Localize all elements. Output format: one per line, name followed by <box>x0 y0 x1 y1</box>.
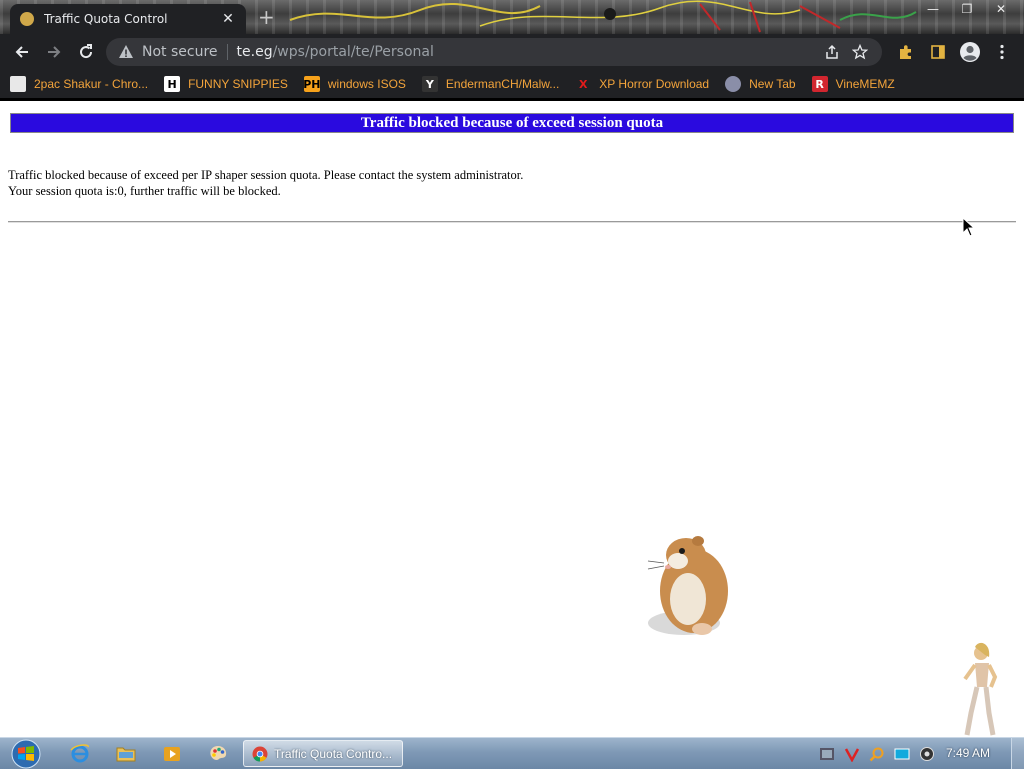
start-button[interactable] <box>8 738 44 769</box>
puzzle-piece-icon <box>900 45 911 59</box>
bookmark-label: FUNNY SNIPPIES <box>188 77 288 91</box>
folder-icon <box>116 747 136 762</box>
star-icon <box>852 44 868 60</box>
taskbar-pin-internet-explorer[interactable] <box>62 741 98 767</box>
back-arrow-icon <box>15 46 28 58</box>
kebab-menu-icon <box>1000 44 1004 60</box>
address-separator <box>226 44 228 60</box>
security-status-label[interactable]: Not secure <box>142 44 218 60</box>
dancing-figure-image[interactable] <box>955 641 1003 737</box>
bookmark-label: 2pac Shakur - Chro... <box>34 77 149 91</box>
message-block: Traffic blocked because of exceed per IP… <box>8 167 523 199</box>
extensions-button[interactable] <box>890 36 922 68</box>
side-panel-icon <box>931 45 945 59</box>
mouse-pointer-icon <box>962 217 976 237</box>
account-avatar-icon <box>960 42 980 62</box>
taskbar-pin-media-player[interactable] <box>154 741 190 767</box>
windows-taskbar: Traffic Quota Contro... 7:49 AM <box>0 737 1024 769</box>
forward-arrow-icon <box>48 46 61 58</box>
bookmark-item[interactable]: New Tab <box>725 76 796 92</box>
message-line-blocked: Traffic blocked because of exceed per IP… <box>8 168 524 182</box>
browser-tab-strip: Traffic Quota Control ✕ + — ❐ ✕ <box>0 0 1024 34</box>
speaker-icon <box>920 747 934 761</box>
profile-button[interactable] <box>954 36 986 68</box>
tab-title: Traffic Quota Control <box>44 12 168 26</box>
bookmark-label: VineMEMZ <box>835 77 895 91</box>
restore-button[interactable]: ❐ <box>950 0 984 18</box>
bookmark-label: EndermanCH/Malw... <box>445 77 560 91</box>
taskbar-pin-paint[interactable] <box>200 741 236 767</box>
new-tab-button[interactable]: + <box>258 6 275 28</box>
tray-v-app[interactable] <box>841 743 863 765</box>
windows-orb-icon <box>11 739 41 768</box>
globe-favicon-icon <box>20 12 34 26</box>
h-letter-icon: H <box>164 76 181 92</box>
taskbar-clock[interactable]: 7:49 AM <box>946 746 990 760</box>
media-player-icon <box>164 747 180 761</box>
magnifier-icon <box>869 747 884 762</box>
minimize-button[interactable]: — <box>916 0 950 18</box>
system-tray <box>816 742 941 766</box>
taskbar-window-title: Traffic Quota Contro... <box>274 746 393 761</box>
network-monitor-icon <box>894 748 910 760</box>
tab-close-icon[interactable]: ✕ <box>220 11 236 27</box>
back-button[interactable] <box>6 36 38 68</box>
chrome-logo-icon <box>252 746 268 762</box>
internet-explorer-icon <box>70 744 89 763</box>
bookmark-label: XP Horror Download <box>599 77 710 91</box>
share-button[interactable] <box>818 38 846 66</box>
paint-palette-icon <box>210 746 227 760</box>
message-line-quota: Your session quota is:0, further traffic… <box>8 184 281 198</box>
bookmark-star-button[interactable] <box>846 38 874 66</box>
horizontal-rule <box>8 221 1016 223</box>
url-path: /wps/portal/te/Personal <box>272 44 434 60</box>
close-window-button[interactable]: ✕ <box>984 0 1018 18</box>
ph-logo-icon: PH <box>303 76 321 92</box>
reload-button[interactable] <box>70 36 102 68</box>
bookmark-item[interactable]: 2pac Shakur - Chro... <box>10 76 148 92</box>
bookmark-item[interactable]: Y EndermanCH/Malw... <box>421 76 560 92</box>
v-logo-icon <box>844 748 860 762</box>
bookmark-label: New Tab <box>749 77 796 91</box>
r-logo-icon: R <box>811 76 828 92</box>
gift-icon <box>10 76 26 92</box>
bookmarks-bar: 2pac Shakur - Chro... H FUNNY SNIPPIES PH wi… <box>0 70 1024 98</box>
taskbar-pin-file-explorer[interactable] <box>108 741 144 767</box>
url-host: te.eg <box>236 44 273 60</box>
page-title-banner: Traffic blocked because of exceed sessio… <box>10 113 1014 133</box>
bookmark-item[interactable]: X XP Horror Download <box>575 76 709 92</box>
url-text[interactable]: te.eg/wps/portal/te/Personal <box>237 44 818 60</box>
tab-traffic-quota-control[interactable]: Traffic Quota Control ✕ <box>10 4 246 34</box>
share-icon <box>826 44 838 59</box>
menu-button[interactable] <box>986 36 1018 68</box>
address-bar[interactable]: Not secure te.eg/wps/portal/te/Personal <box>106 38 882 66</box>
theme-background-image <box>289 0 917 33</box>
browser-toolbar: Not secure te.eg/wps/portal/te/Personal <box>0 34 1024 70</box>
hamster-desktop-pet-image[interactable] <box>642 531 738 641</box>
tray-app-icon[interactable] <box>816 743 838 765</box>
bookmark-item[interactable]: PH windows ISOS <box>303 76 406 92</box>
reload-icon <box>80 44 93 59</box>
bookmark-label: windows ISOS <box>327 77 406 91</box>
forward-button[interactable] <box>38 36 70 68</box>
show-desktop-button[interactable] <box>1011 738 1024 769</box>
yt-logo-icon: Y <box>421 76 438 92</box>
monitor-app-icon <box>820 748 834 760</box>
page-content: Traffic blocked because of exceed sessio… <box>0 101 1024 737</box>
x-logo-icon: X <box>579 77 588 91</box>
toolbar-right-actions <box>890 34 1024 70</box>
bookmark-item[interactable]: R VineMEMZ <box>811 76 895 92</box>
not-secure-warning-icon[interactable] <box>118 44 134 60</box>
tray-search-app[interactable] <box>866 743 888 765</box>
taskbar-chrome-window[interactable]: Traffic Quota Contro... <box>243 740 403 767</box>
tray-network[interactable] <box>891 743 913 765</box>
side-panel-button[interactable] <box>922 36 954 68</box>
window-controls: — ❐ ✕ <box>916 0 1018 18</box>
globe-icon <box>725 76 742 92</box>
bookmark-item[interactable]: H FUNNY SNIPPIES <box>164 76 288 92</box>
tray-volume[interactable] <box>916 743 938 765</box>
